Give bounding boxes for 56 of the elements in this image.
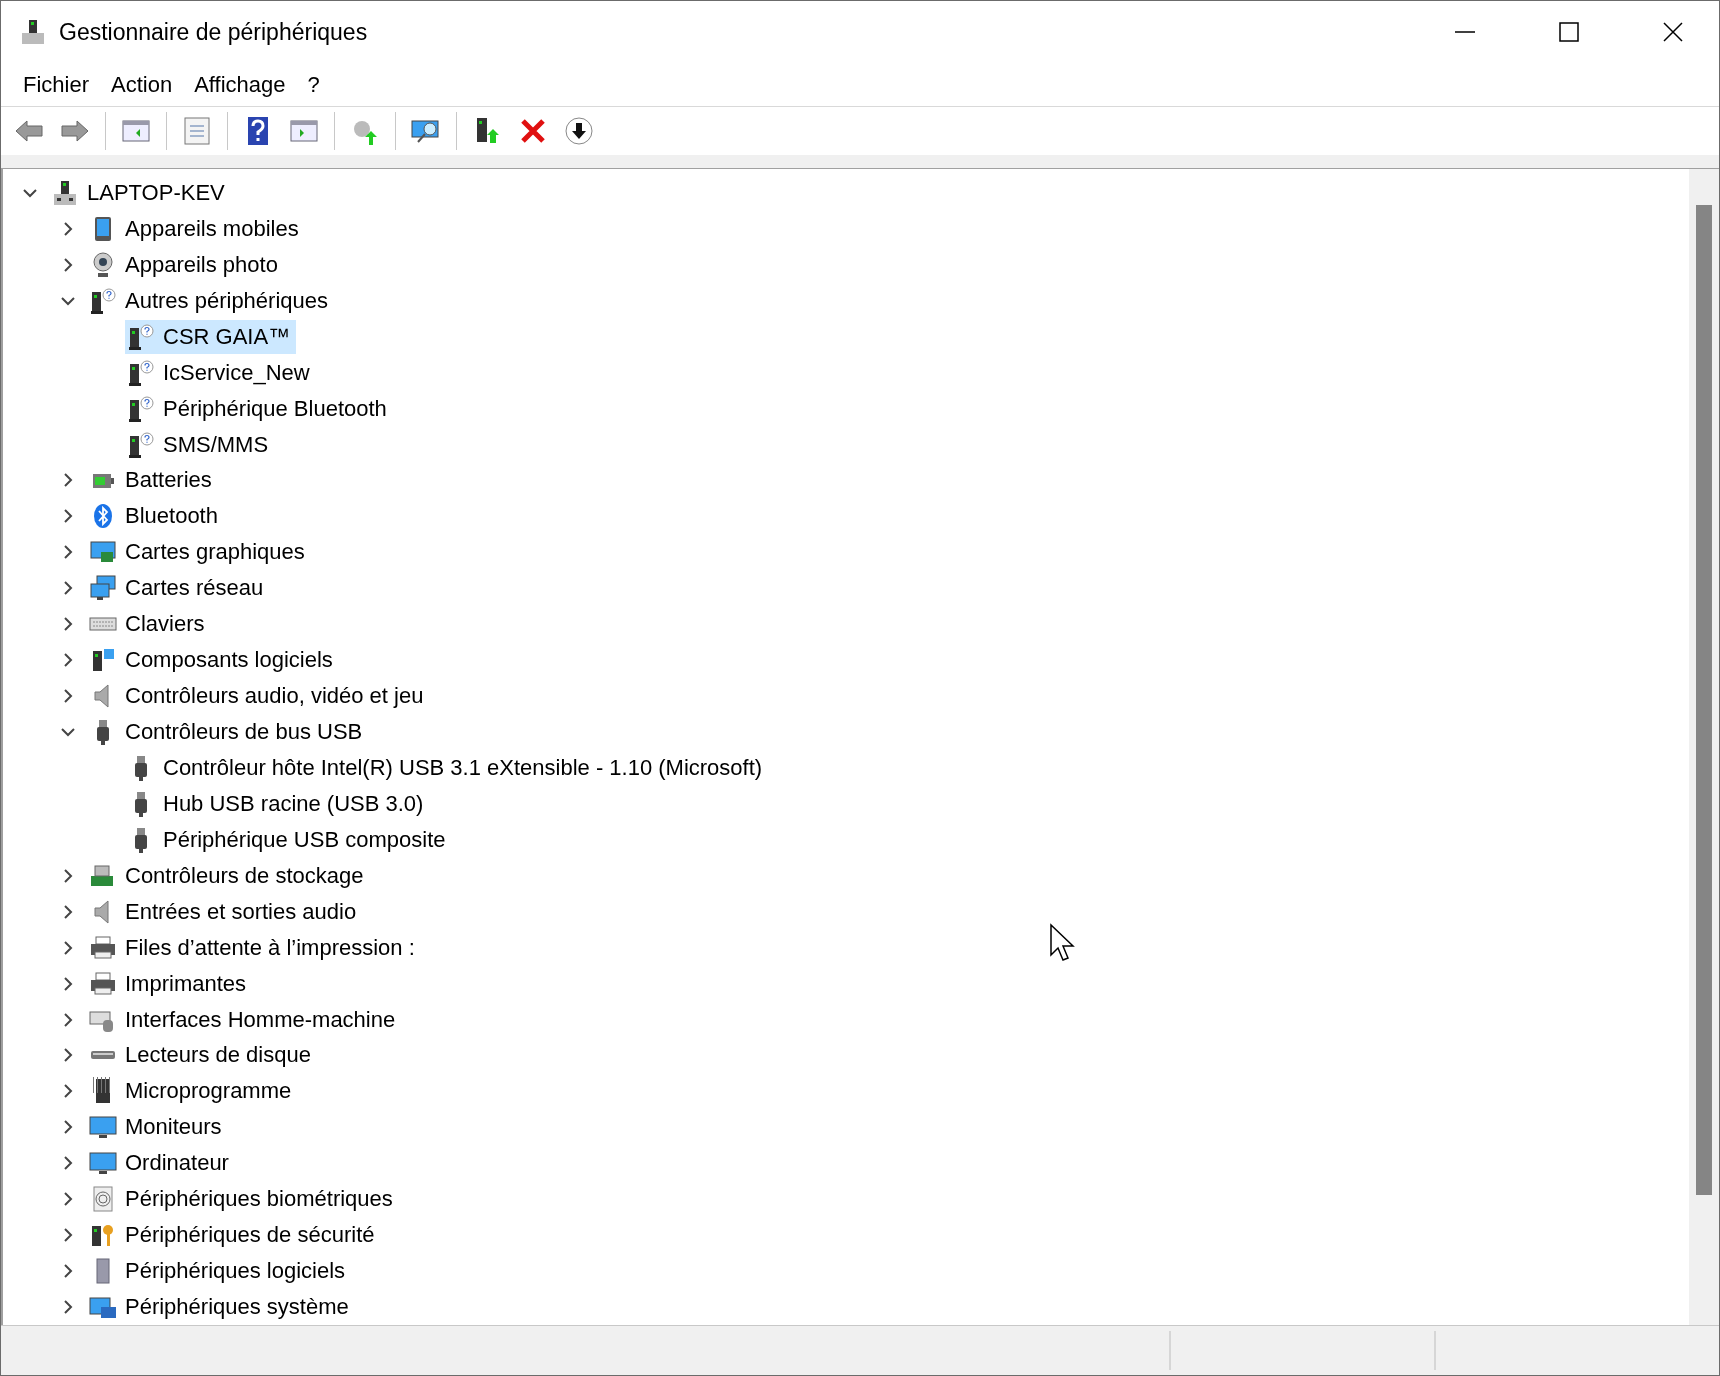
tree-item[interactable]: Appareils mobiles [87,211,305,246]
tree-item[interactable]: LAPTOP-KEV [49,175,231,210]
computer-icon [51,178,79,207]
tree-item[interactable]: Moniteurs [87,1110,228,1145]
menu-item[interactable]: ? [297,67,330,102]
tree-item[interactable]: CSR GAIA™ [125,319,297,354]
tree-item[interactable]: Périphériques système [87,1290,355,1325]
minimize-icon [1455,31,1475,33]
tree-item[interactable]: Interfaces Homme-machine [87,1002,402,1037]
tree-item[interactable]: Périphériques de sécurité [87,1218,381,1253]
tree-item[interactable]: Bluetooth [87,499,224,534]
tree-item[interactable]: Contrôleurs audio, vidéo et jeu [87,679,430,714]
tree-item[interactable]: Contrôleurs de bus USB [87,715,369,750]
tree-item[interactable]: IcService_New [125,355,316,390]
unknown-device-icon [89,286,117,315]
tree-item[interactable]: Imprimantes [87,966,253,1001]
tree-item[interactable]: Lecteurs de disque [87,1038,317,1073]
menu-item[interactable]: Action [101,67,183,102]
tree-item[interactable]: Périphériques logiciels [87,1254,352,1289]
scrollbar-thumb[interactable] [1696,205,1712,1195]
menu-item[interactable]: Fichier [13,67,99,102]
tree-item[interactable]: Composants logiciels [87,643,339,678]
window-title: Gestionnaire de périphériques [59,18,369,46]
close-icon [1663,22,1683,42]
unknown-device-icon [127,358,155,387]
tree-item[interactable]: Files d’attente à l’impression : [87,930,421,965]
tree-item[interactable]: Appareils photo [87,247,284,282]
tree-item[interactable]: Périphérique Bluetooth [125,391,393,426]
network-icon [89,574,117,603]
tree-item[interactable]: Autres périphériques [87,283,334,318]
tree-item[interactable]: Périphérique USB composite [125,822,452,857]
unknown-device-icon [127,394,155,423]
computer-icon [19,18,47,46]
menu-item[interactable]: Affichage [184,67,296,102]
tree-item[interactable]: Cartes graphiques [87,535,311,570]
scrollbar[interactable] [1689,169,1719,1325]
tree-item[interactable]: Contrôleur hôte Intel(R) USB 3.1 eXtensible - 1.10 (Microsoft) [125,750,769,785]
tree-item[interactable]: SMS/MMS [125,427,275,462]
tree-item[interactable]: Hub USB racine (USB 3.0) [125,786,430,821]
printer-icon [89,969,117,998]
disk-drive-icon [89,1050,117,1061]
tree-item[interactable]: Entrées et sorties audio [87,894,363,929]
unknown-device-icon [127,430,155,459]
maximize-icon [1559,22,1579,42]
unknown-device-icon [127,322,155,351]
disable-icon [563,115,595,147]
tree-item[interactable]: Contrôleurs de stockage [87,858,370,893]
tree-item[interactable]: Claviers [87,607,211,642]
properties-icon [181,115,213,147]
tree-item[interactable]: Périphériques biométriques [87,1182,399,1217]
mouse-pointer-icon [1049,923,1077,963]
tree-item[interactable]: Batteries [87,463,218,498]
tree-item[interactable]: Cartes réseau [87,571,270,606]
tree-item[interactable]: Microprogramme [87,1074,298,1109]
printer-icon [89,933,117,962]
tree-item[interactable]: Ordinateur [87,1146,235,1181]
